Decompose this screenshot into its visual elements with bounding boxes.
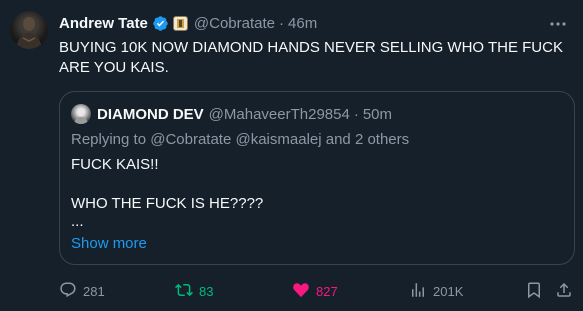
quote-text-line: ...	[71, 213, 84, 230]
heart-icon	[292, 281, 310, 302]
replying-to: Replying to @Cobratate @kaismaalej and 2…	[71, 131, 409, 148]
quote-timestamp[interactable]: 50m	[363, 106, 392, 123]
retweet-count: 83	[199, 283, 214, 299]
quote-author-name[interactable]: DIAMOND DEV	[97, 106, 204, 123]
views-chart-icon	[409, 281, 427, 302]
share-icon	[555, 281, 573, 302]
tweet-timestamp[interactable]: 46m	[288, 15, 317, 32]
quote-text-line: WHO THE FUCK IS HE????	[71, 195, 264, 212]
retweet-icon	[175, 281, 193, 302]
quote-author-handle[interactable]: @MahaveerTh29854	[209, 106, 350, 123]
like-button[interactable]: 827	[292, 280, 338, 302]
views-button[interactable]: 201K	[409, 280, 463, 302]
quote-header: DIAMOND DEV @MahaveerTh29854 · 50m	[71, 104, 392, 124]
tweet-card[interactable]: Andrew Tate @Cobratate · 46m BUYING 10K …	[0, 0, 583, 311]
tweet-text: BUYING 10K NOW DIAMOND HANDS NEVER SELLI…	[59, 39, 563, 76]
quote-author-avatar[interactable]	[71, 104, 91, 124]
author-handle[interactable]: @Cobratate	[194, 15, 275, 32]
bookmark-icon	[525, 281, 543, 302]
replying-mentions[interactable]: @Cobratate @kaismaalej	[150, 131, 321, 148]
verified-badge-icon	[152, 15, 169, 32]
retweet-button[interactable]: 83	[175, 280, 213, 302]
bookmark-button[interactable]	[525, 280, 543, 302]
show-more-link[interactable]: Show more	[71, 235, 147, 252]
replying-suffix[interactable]: and 2 others	[326, 131, 409, 148]
tweet-header: Andrew Tate @Cobratate · 46m	[59, 13, 317, 33]
reply-icon	[59, 281, 77, 302]
reply-count: 281	[83, 283, 105, 299]
tweet-actions: 281 83 827 201K	[59, 280, 575, 302]
reply-button[interactable]: 281	[59, 280, 105, 302]
like-count: 827	[316, 283, 338, 299]
author-name[interactable]: Andrew Tate	[59, 15, 148, 32]
author-avatar[interactable]	[10, 11, 48, 49]
header-separator: ·	[279, 14, 285, 32]
share-button[interactable]	[555, 280, 573, 302]
quoted-tweet[interactable]: DIAMOND DEV @MahaveerTh29854 · 50m Reply…	[59, 91, 575, 265]
views-count: 201K	[433, 283, 464, 299]
more-options-icon[interactable]	[549, 14, 567, 32]
quote-text-line: FUCK KAIS!!	[71, 156, 159, 173]
replying-prefix: Replying to	[71, 131, 147, 148]
affiliate-badge-icon[interactable]	[172, 15, 188, 31]
quote-header-separator: ·	[353, 105, 359, 123]
